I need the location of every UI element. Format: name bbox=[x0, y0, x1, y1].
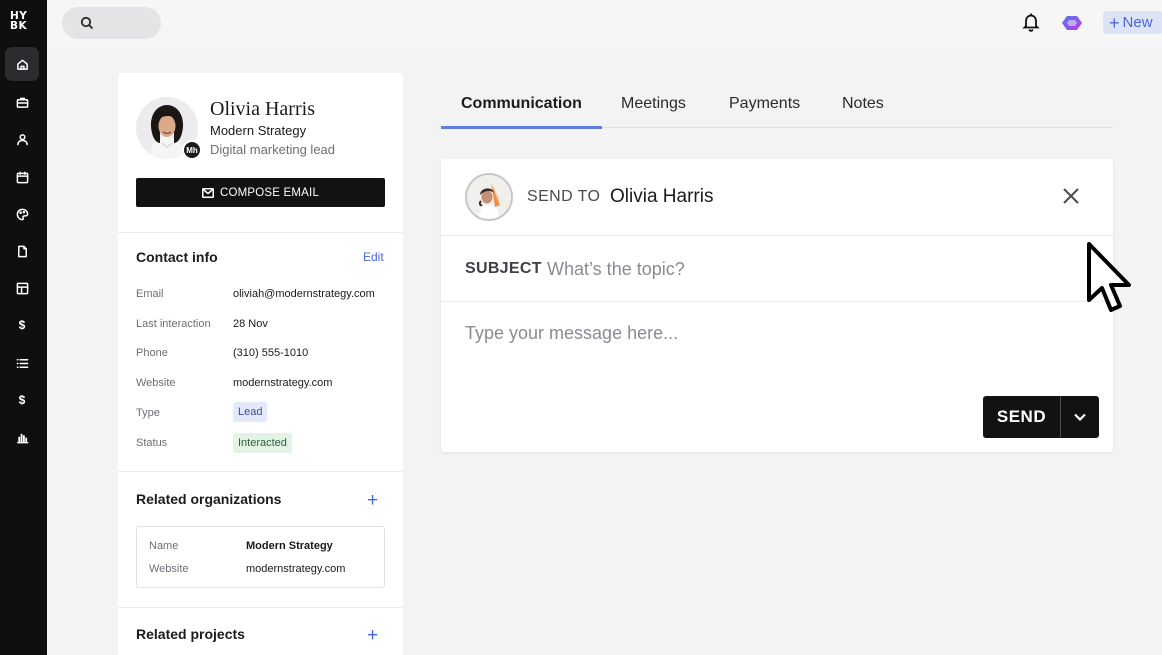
contact-name: Olivia Harris bbox=[210, 98, 315, 120]
contact-company[interactable]: Modern Strategy bbox=[210, 123, 306, 138]
org-website-value[interactable]: modernstrategy.com bbox=[246, 563, 345, 575]
divider bbox=[118, 232, 403, 233]
edit-contact-link[interactable]: Edit bbox=[363, 250, 384, 264]
bell-icon bbox=[1022, 13, 1040, 32]
org-name-value: Modern Strategy bbox=[246, 540, 333, 552]
org-website-label: Website bbox=[149, 563, 189, 575]
plus-icon: + bbox=[1109, 12, 1120, 33]
org-name-label: Name bbox=[149, 540, 179, 552]
last-interaction-value: 28 Nov bbox=[233, 318, 268, 330]
tab-notes[interactable]: Notes bbox=[842, 95, 884, 113]
related-organizations-title: Related organizations bbox=[136, 491, 282, 507]
chevron-down-icon bbox=[1074, 413, 1086, 422]
nav-calendar[interactable] bbox=[5, 160, 39, 194]
new-button-label: New bbox=[1122, 14, 1153, 31]
new-button[interactable]: + New bbox=[1103, 11, 1162, 34]
add-organization-button[interactable]: + bbox=[367, 491, 378, 510]
add-project-button[interactable]: + bbox=[367, 626, 378, 645]
calendar-icon bbox=[16, 171, 28, 183]
nav-documents[interactable] bbox=[5, 234, 39, 268]
close-icon bbox=[1063, 188, 1079, 204]
user-icon bbox=[16, 133, 28, 145]
dollar-icon: $ bbox=[18, 318, 26, 332]
layout-icon bbox=[16, 282, 28, 294]
list-icon bbox=[16, 358, 28, 368]
mouse-cursor-icon bbox=[1087, 242, 1131, 312]
contact-info-title: Contact info bbox=[136, 249, 218, 265]
recipient-avatar bbox=[465, 173, 513, 221]
recipient-name[interactable]: Olivia Harris bbox=[610, 186, 713, 208]
palette-icon bbox=[16, 208, 28, 220]
notifications-button[interactable] bbox=[1022, 12, 1040, 34]
nav-payments[interactable]: $ bbox=[5, 308, 39, 342]
active-tab-indicator bbox=[441, 126, 602, 129]
nav-layout[interactable] bbox=[5, 271, 39, 305]
email-value[interactable]: oliviah@modernstrategy.com bbox=[233, 288, 375, 300]
bar-chart-icon bbox=[16, 433, 28, 443]
logo-line-2: BK bbox=[10, 20, 28, 32]
message-input[interactable] bbox=[465, 323, 1085, 383]
nav-briefcase[interactable] bbox=[5, 85, 39, 119]
nav-list[interactable] bbox=[5, 346, 39, 380]
send-button[interactable]: SEND bbox=[983, 396, 1060, 438]
send-to-label: SEND TO bbox=[527, 188, 601, 205]
website-label: Website bbox=[136, 377, 176, 389]
subject-label: SUBJECT bbox=[465, 260, 542, 277]
app-logo[interactable]: HY BK bbox=[10, 11, 34, 32]
close-composer-button[interactable] bbox=[1061, 186, 1081, 206]
phone-label: Phone bbox=[136, 347, 168, 359]
mail-icon bbox=[201, 187, 214, 198]
search-icon bbox=[80, 16, 94, 30]
file-icon bbox=[17, 245, 27, 257]
website-value[interactable]: modernstrategy.com bbox=[233, 377, 332, 389]
divider bbox=[441, 235, 1113, 236]
status-badge: Interacted bbox=[233, 433, 292, 453]
organization-card[interactable]: Name Modern Strategy Website modernstrat… bbox=[136, 526, 385, 588]
last-interaction-label: Last interaction bbox=[136, 318, 211, 330]
dollar-icon: $ bbox=[18, 393, 26, 407]
compose-email-button[interactable]: COMPOSE EMAIL bbox=[136, 178, 385, 207]
tab-communication[interactable]: Communication bbox=[461, 95, 582, 113]
nav-palette[interactable] bbox=[5, 197, 39, 231]
nav-reports[interactable] bbox=[5, 420, 39, 454]
contact-role: Digital marketing lead bbox=[210, 142, 336, 157]
home-icon bbox=[16, 59, 28, 70]
type-label: Type bbox=[136, 407, 160, 419]
nav-contacts[interactable] bbox=[5, 122, 39, 156]
company-badge: Mh bbox=[182, 140, 202, 160]
briefcase-icon bbox=[16, 97, 28, 108]
divider bbox=[118, 607, 403, 608]
email-composer: SEND TO Olivia Harris SUBJECT SEND bbox=[441, 159, 1113, 452]
nav-home[interactable] bbox=[5, 47, 39, 81]
tab-payments[interactable]: Payments bbox=[729, 95, 800, 113]
nav-invoices[interactable]: $ bbox=[5, 383, 39, 417]
compose-email-label: COMPOSE EMAIL bbox=[219, 186, 320, 199]
subject-input[interactable] bbox=[547, 257, 1047, 281]
left-nav: HY BK $ $ bbox=[0, 0, 47, 655]
tab-meetings[interactable]: Meetings bbox=[621, 95, 686, 113]
send-button-group: SEND bbox=[983, 396, 1099, 438]
email-label: Email bbox=[136, 288, 164, 300]
search-input[interactable] bbox=[62, 7, 161, 39]
workspace-logo-icon[interactable] bbox=[1061, 14, 1083, 32]
related-projects-title: Related projects bbox=[136, 626, 245, 642]
divider bbox=[118, 471, 403, 472]
top-bar: + New bbox=[47, 0, 1162, 48]
phone-value[interactable]: (310) 555-1010 bbox=[233, 347, 308, 359]
contact-profile-panel: Mh Olivia Harris Modern Strategy Digital… bbox=[118, 73, 403, 655]
send-options-button[interactable] bbox=[1061, 396, 1099, 438]
type-badge: Lead bbox=[233, 402, 268, 422]
divider bbox=[441, 301, 1113, 302]
status-label: Status bbox=[136, 437, 168, 449]
